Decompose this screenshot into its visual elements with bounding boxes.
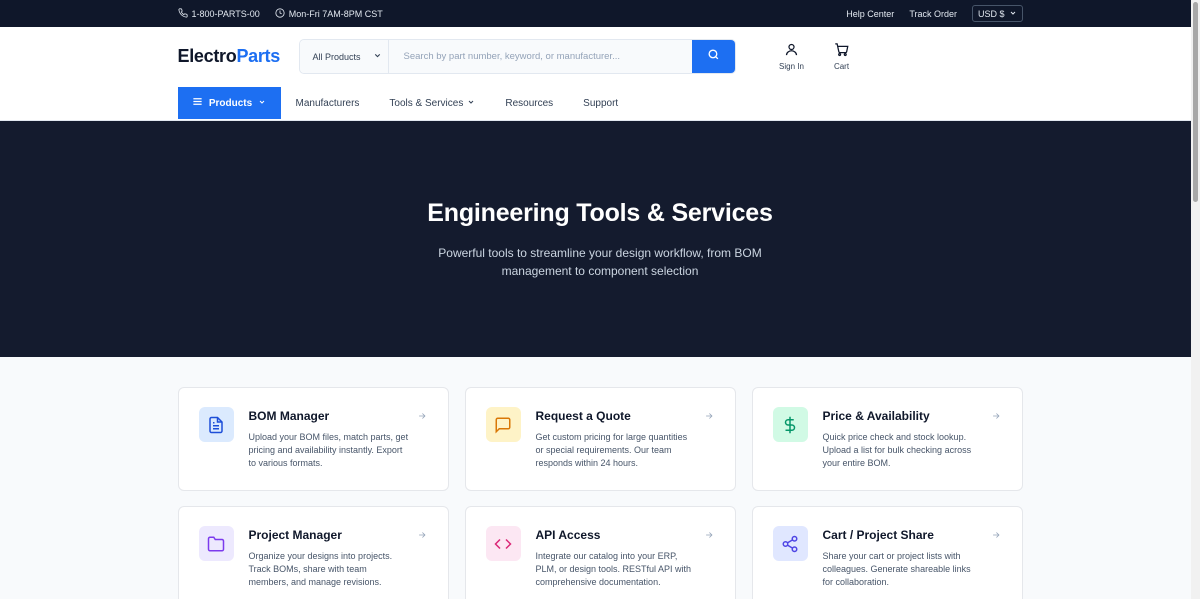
search-input[interactable]: Search by part number, keyword, or manuf… <box>388 40 692 73</box>
arrow-right-icon <box>991 408 1001 426</box>
page-scrollbar[interactable] <box>1191 0 1200 599</box>
tool-card-desc: Upload your BOM files, match parts, get … <box>248 432 409 468</box>
tool-card-title: Project Manager <box>248 528 342 542</box>
sign-in-label: Sign In <box>779 62 804 71</box>
site-logo[interactable]: ElectroParts <box>178 46 299 67</box>
page-subtitle: Powerful tools to streamline your design… <box>438 245 762 278</box>
cart-icon <box>834 42 849 59</box>
user-icon <box>784 42 799 59</box>
business-hours: Mon-Fri 7AM-8PM CST <box>275 7 383 20</box>
tool-card-desc: Get custom pricing for large quantities … <box>535 432 688 468</box>
document-icon <box>198 407 234 442</box>
tools-section: BOM Manager Upload your BOM files, match… <box>0 357 1200 599</box>
arrow-right-icon <box>417 527 427 545</box>
hours-text: Mon-Fri 7AM-8PM CST <box>288 8 383 19</box>
tool-card-cart-project-share[interactable]: Cart / Project Share Share your cart or … <box>751 506 1023 599</box>
site-header: ElectroParts All Products Search by part… <box>0 27 1200 121</box>
search-bar: All Products Search by part number, keyw… <box>298 39 736 74</box>
clock-icon <box>275 7 285 20</box>
dollar-icon <box>772 407 808 442</box>
share-icon <box>772 526 808 561</box>
code-icon <box>485 526 521 561</box>
main-nav: Products Manufacturers Tools & Services … <box>177 86 1023 120</box>
tool-card-title: BOM Manager <box>248 409 330 423</box>
top-bar: 1-800-PARTS-00 Mon-Fri 7AM-8PM CST Help … <box>0 0 1200 27</box>
arrow-right-icon <box>417 408 427 426</box>
tool-card-price-availability[interactable]: Price & Availability Quick price check a… <box>751 387 1023 491</box>
tool-card-desc: Integrate our catalog into your ERP, PLM… <box>535 551 692 587</box>
arrow-right-icon <box>704 408 714 426</box>
sign-in-button[interactable]: Sign In <box>767 42 817 71</box>
tool-card-request-quote[interactable]: Request a Quote Get custom pricing for l… <box>464 387 736 491</box>
chevron-down-icon <box>467 98 475 109</box>
cart-button[interactable]: Cart <box>817 42 867 71</box>
tool-card-project-manager[interactable]: Project Manager Organize your designs in… <box>177 506 449 599</box>
page-title: Engineering Tools & Services <box>427 198 773 227</box>
products-label: Products <box>208 97 253 109</box>
tool-card-desc: Quick price check and stock lookup. Uplo… <box>822 432 972 468</box>
search-category-select[interactable]: All Products <box>299 40 389 73</box>
menu-icon <box>192 96 203 110</box>
search-icon <box>707 48 720 66</box>
message-icon <box>485 407 521 442</box>
hero-banner: Engineering Tools & Services Powerful to… <box>0 121 1200 357</box>
tool-card-title: Cart / Project Share <box>822 528 934 542</box>
phone-number: 1-800-PARTS-00 <box>191 8 260 19</box>
nav-support[interactable]: Support <box>583 86 618 120</box>
arrow-right-icon <box>991 527 1001 545</box>
phone-contact[interactable]: 1-800-PARTS-00 <box>177 7 260 20</box>
chevron-down-icon <box>1009 9 1017 19</box>
arrow-right-icon <box>704 527 714 545</box>
cart-label: Cart <box>833 62 850 71</box>
tool-card-title: Request a Quote <box>535 409 631 423</box>
products-menu-button[interactable]: Products <box>177 87 281 119</box>
phone-icon <box>177 7 188 20</box>
folder-icon <box>198 526 234 561</box>
search-button[interactable] <box>691 40 735 73</box>
tool-card-title: Price & Availability <box>822 409 930 423</box>
tool-card-bom-manager[interactable]: BOM Manager Upload your BOM files, match… <box>177 387 449 491</box>
tool-card-desc: Organize your designs into projects. Tra… <box>248 551 393 587</box>
tool-card-title: API Access <box>535 528 601 542</box>
chevron-down-icon <box>258 98 266 109</box>
help-center-link[interactable]: Help Center <box>846 9 894 19</box>
chevron-down-icon <box>373 51 382 62</box>
track-order-link[interactable]: Track Order <box>909 9 957 19</box>
currency-value: USD $ <box>977 8 1005 19</box>
nav-manufacturers[interactable]: Manufacturers <box>296 86 360 120</box>
nav-resources[interactable]: Resources <box>505 86 553 120</box>
scrollbar-thumb[interactable] <box>1193 2 1198 202</box>
nav-tools-services[interactable]: Tools & Services <box>389 86 475 120</box>
tool-card-api-access[interactable]: API Access Integrate our catalog into yo… <box>464 506 736 599</box>
tools-grid: BOM Manager Upload your BOM files, match… <box>177 387 1023 599</box>
currency-select[interactable]: USD $ <box>971 5 1023 22</box>
search-category-value: All Products <box>312 51 361 62</box>
tool-card-desc: Share your cart or project lists with co… <box>822 551 971 587</box>
